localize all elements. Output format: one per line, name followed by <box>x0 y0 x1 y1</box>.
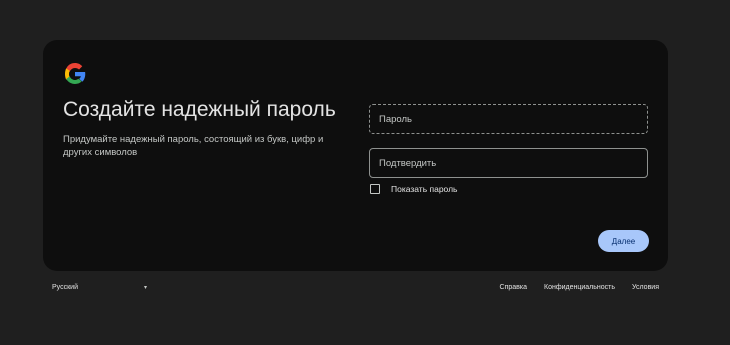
password-field[interactable] <box>369 104 648 134</box>
next-button[interactable]: Далее <box>598 230 649 252</box>
show-password-label: Показать пароль <box>391 184 458 194</box>
footer: Русский ▾ Справка Конфиденциальность Усл… <box>43 284 668 298</box>
signup-card: Создайте надежный пароль Придумайте наде… <box>43 40 668 271</box>
page: Создайте надежный пароль Придумайте наде… <box>0 0 730 345</box>
privacy-link[interactable]: Конфиденциальность <box>544 284 615 291</box>
terms-link[interactable]: Условия <box>632 284 659 291</box>
footer-links: Справка Конфиденциальность Условия <box>500 284 659 291</box>
page-subtitle: Придумайте надежный пароль, состоящий из… <box>63 134 324 158</box>
chevron-down-icon: ▾ <box>143 285 147 291</box>
confirm-password-field[interactable] <box>369 148 648 178</box>
language-selector[interactable]: Русский ▾ <box>52 284 147 291</box>
page-title: Создайте надежный пароль <box>63 98 336 121</box>
help-link[interactable]: Справка <box>500 284 527 291</box>
show-password-checkbox[interactable] <box>370 184 380 194</box>
language-label: Русский <box>52 284 78 291</box>
show-password-toggle[interactable]: Показать пароль <box>370 184 457 194</box>
google-g-icon <box>65 63 86 84</box>
